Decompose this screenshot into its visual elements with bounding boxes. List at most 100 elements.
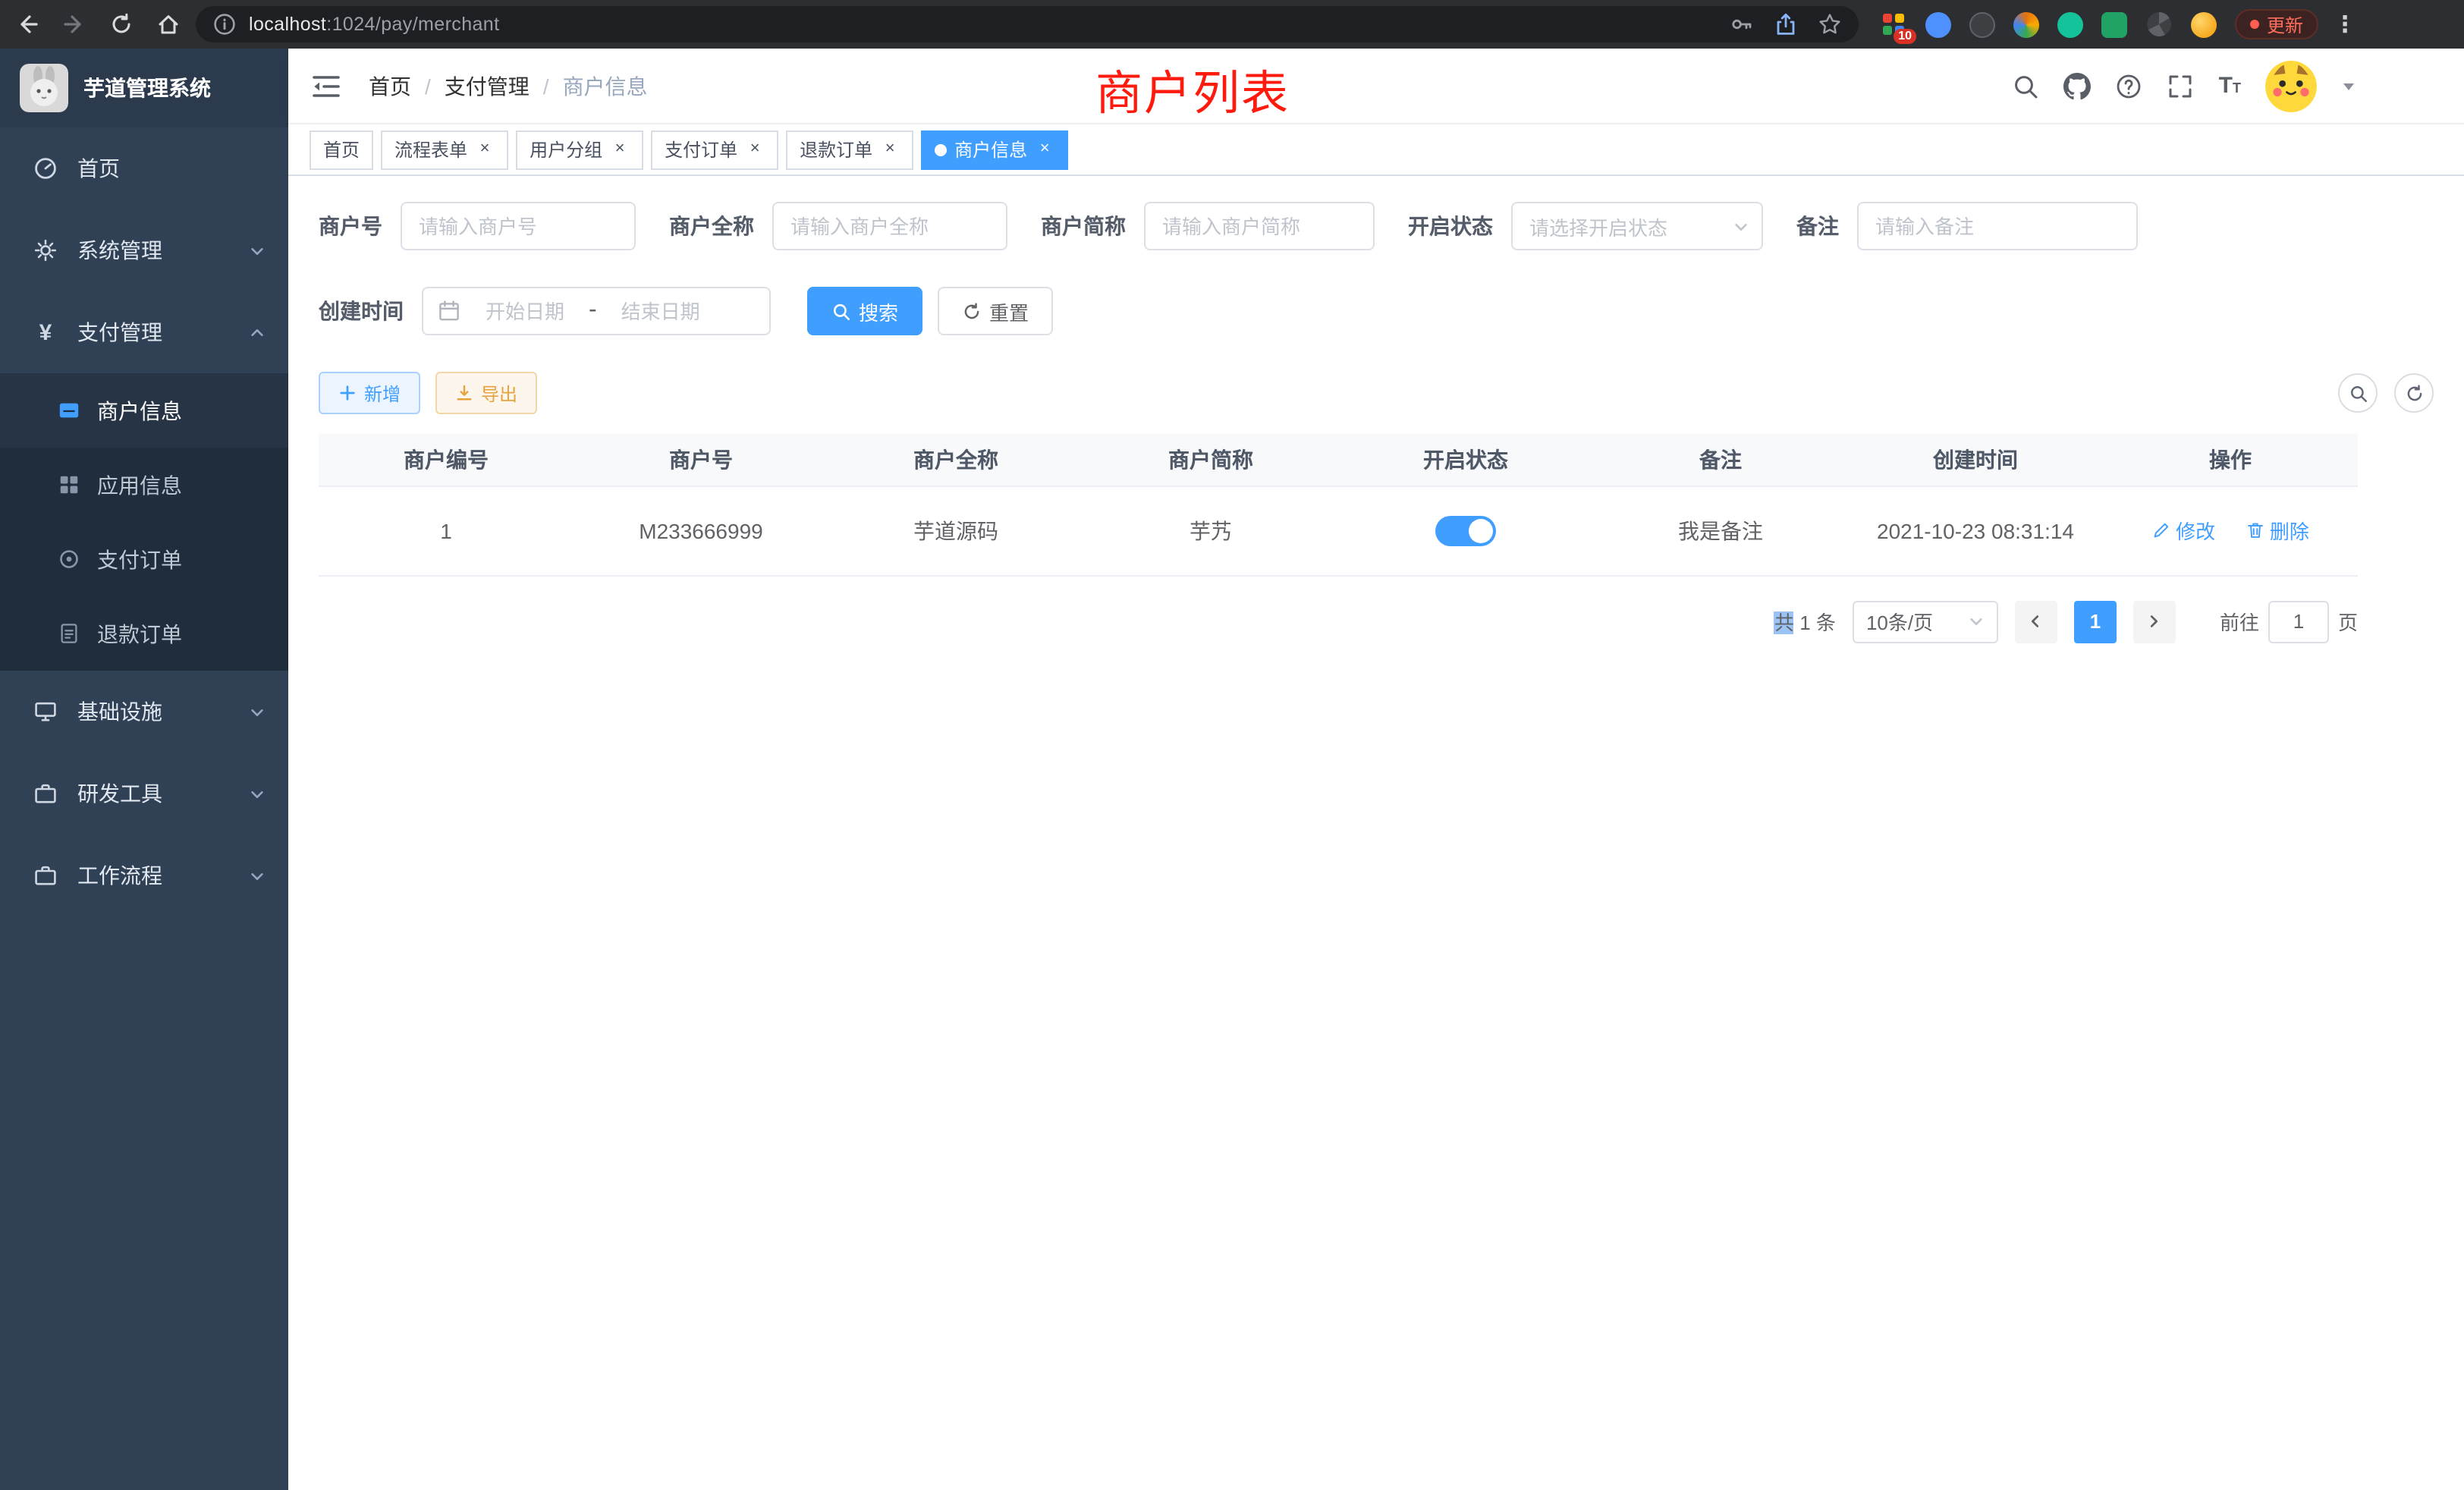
font-size-icon[interactable]: TT (2219, 74, 2241, 97)
extension-color-icon[interactable] (2013, 11, 2039, 37)
status-label: 开启状态 (1408, 211, 1511, 241)
close-icon[interactable]: × (1035, 140, 1054, 159)
prev-page-button[interactable] (2015, 600, 2057, 643)
merchant-table: 商户编号 商户号 商户全称 商户简称 开启状态 备注 创建时间 操作 (319, 434, 2358, 576)
tab-merchant-info[interactable]: 商户信息× (921, 130, 1068, 169)
page-number-1[interactable]: 1 (2074, 600, 2117, 643)
end-date-input[interactable] (605, 300, 717, 322)
status-select[interactable]: 请选择开启状态 (1511, 202, 1763, 250)
cell-id: 1 (319, 486, 574, 575)
app-logo[interactable]: 芋道管理系统 (0, 49, 288, 127)
export-button[interactable]: 导出 (435, 372, 537, 414)
sidebar: 芋道管理系统 首页 系统管理 ¥ 支付管理 商户信息 (0, 49, 288, 1490)
search-button[interactable]: 搜索 (807, 287, 922, 335)
fullscreen-icon[interactable] (2167, 72, 2195, 99)
goto-page: 前往 页 (2220, 600, 2358, 643)
logo-avatar (20, 64, 68, 112)
url-text: localhost:1024/pay/merchant (249, 14, 1718, 35)
refresh-button[interactable] (2394, 373, 2434, 413)
toggle-search-button[interactable] (2338, 373, 2378, 413)
sidebar-item-merchant-info[interactable]: 商户信息 (0, 373, 288, 448)
sidebar-item-home[interactable]: 首页 (0, 127, 288, 209)
user-menu-caret-icon[interactable] (2341, 78, 2356, 93)
tab-pay-order[interactable]: 支付订单× (651, 130, 778, 169)
active-dot-icon (935, 143, 947, 156)
tab-process-form[interactable]: 流程表单× (381, 130, 508, 169)
next-page-button[interactable] (2133, 600, 2176, 643)
home-icon[interactable] (156, 12, 181, 36)
merchant-short-input[interactable] (1144, 202, 1375, 250)
sidebar-item-refund-order[interactable]: 退款订单 (0, 596, 288, 671)
reset-button[interactable]: 重置 (938, 287, 1053, 335)
navbar-actions: TT (2013, 60, 2441, 112)
sidebar-item-workflow[interactable]: 工作流程 (0, 835, 288, 916)
start-date-input[interactable] (469, 300, 581, 322)
forward-icon[interactable] (62, 12, 86, 36)
github-icon[interactable] (2064, 72, 2092, 99)
sidebar-item-dev-tools[interactable]: 研发工具 (0, 753, 288, 835)
sidebar-item-infra[interactable]: 基础设施 (0, 671, 288, 753)
tab-home[interactable]: 首页 (310, 130, 373, 169)
tab-user-group[interactable]: 用户分组× (516, 130, 643, 169)
breadcrumb: 首页 / 支付管理 / 商户信息 (369, 71, 648, 101)
create-time-range-picker[interactable]: - (422, 287, 771, 335)
update-label: 更新 (2267, 11, 2303, 37)
pagination: 共 1 条 10条/页 1 前往 页 (319, 600, 2358, 643)
cell-full-name: 芋道源码 (828, 486, 1083, 575)
chevron-down-icon (1733, 218, 1749, 234)
edit-link[interactable]: 修改 (2151, 516, 2215, 545)
delete-link[interactable]: 删除 (2246, 516, 2309, 545)
range-separator: - (589, 297, 597, 325)
password-key-icon[interactable] (1730, 12, 1754, 36)
yen-icon: ¥ (33, 319, 58, 345)
close-icon[interactable]: × (475, 140, 495, 159)
chevron-down-icon (249, 785, 266, 802)
cell-short-name: 芋艿 (1083, 486, 1338, 575)
chevron-down-icon (249, 703, 266, 720)
extension-green-circle-icon[interactable] (2057, 11, 2083, 37)
close-icon[interactable]: × (610, 140, 630, 159)
sidebar-collapse-icon[interactable] (311, 72, 341, 99)
breadcrumb-payment[interactable]: 支付管理 (445, 71, 530, 101)
extension-pinwheel-icon[interactable] (2145, 11, 2173, 38)
back-icon[interactable] (15, 12, 39, 36)
extension-green-square-icon[interactable] (2101, 11, 2127, 37)
merchant-name-input[interactable] (772, 202, 1007, 250)
filter-row-2: 创建时间 - 搜索 重置 (319, 287, 2434, 335)
extension-drop-icon[interactable] (1925, 11, 1951, 37)
cell-merchant-no: M233666999 (574, 486, 828, 575)
add-button[interactable]: 新增 (319, 372, 420, 414)
status-toggle[interactable] (1435, 515, 1496, 545)
share-icon[interactable] (1774, 12, 1798, 36)
remark-input[interactable] (1857, 202, 2138, 250)
sidebar-item-payment[interactable]: ¥ 支付管理 (0, 291, 288, 373)
payment-submenu: 商户信息 应用信息 支付订单 退款订单 (0, 373, 288, 671)
merchant-no-input[interactable] (401, 202, 636, 250)
user-avatar[interactable] (2265, 60, 2317, 112)
extension-dark-icon[interactable] (1969, 11, 1995, 37)
address-bar[interactable]: localhost:1024/pay/merchant (196, 6, 1859, 42)
sidebar-item-pay-order[interactable]: 支付订单 (0, 522, 288, 596)
extension-grid-icon[interactable]: 10 (1880, 11, 1907, 38)
sidebar-item-app-info[interactable]: 应用信息 (0, 448, 288, 522)
page-size-select[interactable]: 10条/页 (1853, 600, 1998, 643)
card-icon (58, 399, 80, 422)
help-icon[interactable] (2116, 72, 2143, 99)
table-header-row: 商户编号 商户号 商户全称 商户简称 开启状态 备注 创建时间 操作 (319, 434, 2358, 486)
close-icon[interactable]: × (880, 140, 900, 159)
sidebar-item-system[interactable]: 系统管理 (0, 209, 288, 291)
goto-page-input[interactable] (2268, 600, 2329, 643)
breadcrumb-home[interactable]: 首页 (369, 71, 411, 101)
monitor-icon (33, 699, 58, 724)
close-icon[interactable]: × (745, 140, 765, 159)
tab-refund-order[interactable]: 退款订单× (786, 130, 913, 169)
extension-avatar-icon[interactable] (2191, 11, 2217, 37)
tags-view: 首页 流程表单× 用户分组× 支付订单× 退款订单× 商户信息× (288, 124, 2464, 176)
browser-menu-icon[interactable]: ⋮ (2334, 11, 2356, 38)
browser-update-button[interactable]: 更新 (2235, 9, 2318, 39)
reload-icon[interactable] (109, 12, 134, 36)
search-icon[interactable] (2013, 72, 2040, 99)
page-content: 商户号 商户全称 商户简称 开启状态 请选择开启状态 (288, 176, 2464, 1490)
site-info-icon[interactable] (212, 12, 237, 36)
bookmark-star-icon[interactable] (1818, 12, 1842, 36)
